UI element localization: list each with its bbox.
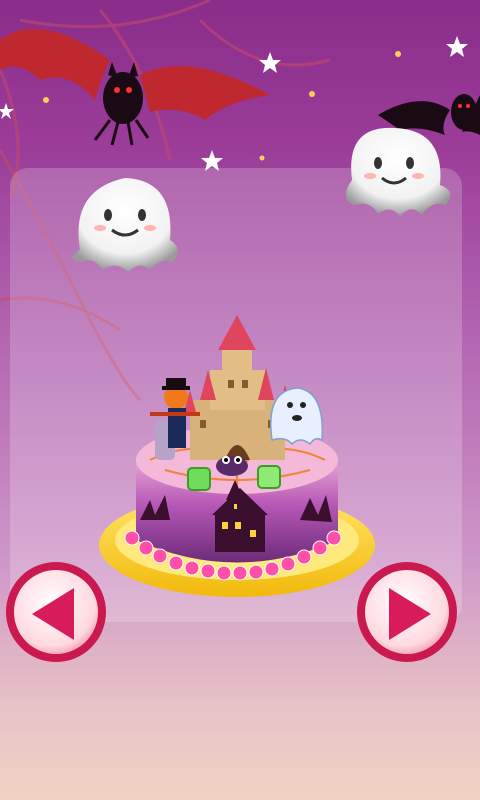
arrow-left-icon (6, 562, 106, 662)
bat-left (0, 28, 270, 146)
previous-button[interactable] (4, 560, 108, 664)
arrow-right-icon (357, 562, 457, 662)
ghost-right (345, 127, 451, 216)
next-button[interactable] (355, 560, 459, 664)
halloween-scene (0, 0, 480, 622)
